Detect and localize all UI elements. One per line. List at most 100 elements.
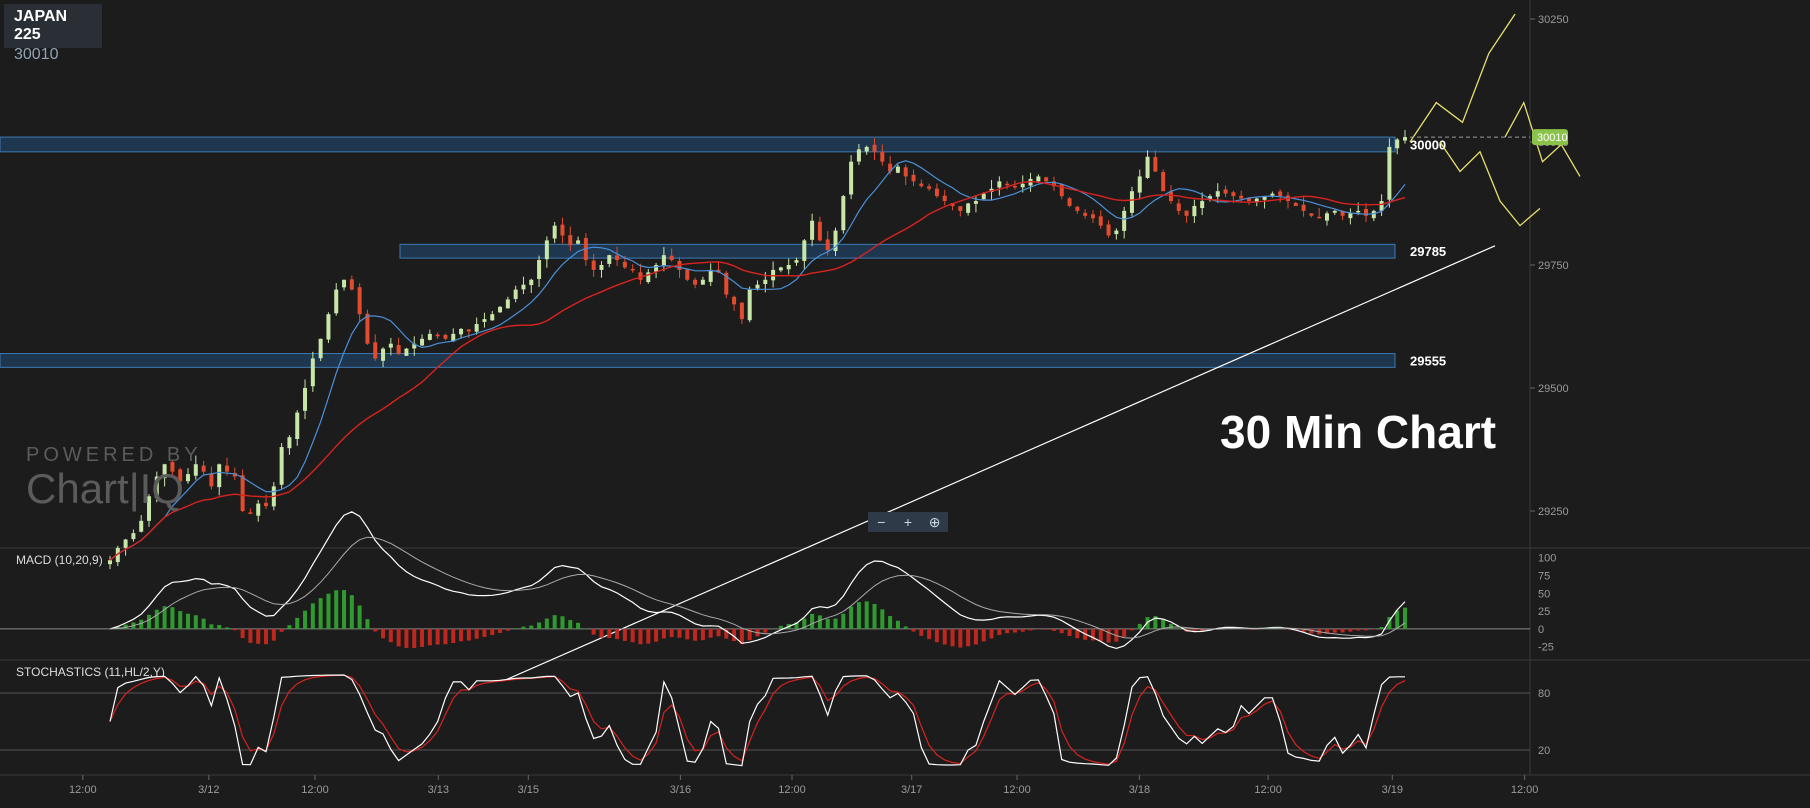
candle-body — [1301, 204, 1306, 211]
macd-hist-bar — [849, 606, 854, 629]
main-chart-svg[interactable]: 2925029500297503000030250300002978529555… — [0, 0, 1810, 803]
candle-body — [786, 265, 791, 270]
stoch-k-line — [109, 674, 1405, 767]
macd-y-tick: -25 — [1538, 642, 1554, 654]
candle-body — [739, 302, 744, 320]
macd-hist-bar — [872, 603, 877, 629]
macd-hist-bar — [193, 615, 198, 629]
candle-body — [1184, 210, 1189, 216]
candle-body — [381, 348, 386, 361]
candle-body — [1270, 193, 1275, 196]
macd-hist-bar — [1098, 628, 1103, 642]
macd-hist-bar — [240, 628, 245, 638]
candle-body — [505, 299, 510, 309]
candle-body — [880, 152, 885, 162]
candle-body — [973, 201, 978, 204]
x-tick-label: 12:00 — [301, 784, 329, 796]
candle-body — [248, 512, 253, 514]
candle-body — [1122, 210, 1127, 231]
candle-body — [693, 279, 698, 285]
candle-body — [466, 329, 471, 332]
macd-hist-bar — [326, 593, 331, 629]
candle-body — [802, 240, 807, 261]
macd-hist-bar — [1067, 628, 1072, 637]
candle-body — [1395, 139, 1400, 149]
candle-body — [373, 342, 378, 359]
macd-hist-bar — [880, 609, 885, 629]
macd-hist-bar — [404, 628, 409, 649]
candle-body — [622, 261, 627, 268]
macd-hist-bar — [763, 628, 768, 633]
chart-area[interactable]: 2925029500297503000030250300002978529555… — [0, 0, 1810, 803]
candle-body — [1106, 224, 1111, 236]
candle-body — [537, 260, 542, 279]
candle-body — [661, 255, 666, 266]
macd-hist-bar — [459, 628, 464, 642]
zone-label: 29785 — [1410, 244, 1446, 259]
macd-hist-bar — [825, 618, 830, 629]
macd-hist-bar — [1379, 627, 1384, 629]
candle-body — [1293, 203, 1298, 206]
macd-hist-bar — [981, 628, 986, 642]
macd-hist-bar — [271, 628, 276, 641]
macd-hist-bar — [919, 628, 924, 636]
macd-hist-bar — [669, 628, 674, 638]
candle-body — [599, 265, 604, 270]
macd-y-tick: 50 — [1538, 588, 1550, 600]
macd-hist-bar — [248, 628, 253, 643]
y-tick-label: 30250 — [1538, 14, 1569, 26]
macd-hist-bar — [622, 628, 627, 641]
macd-hist-bar — [771, 628, 776, 630]
macd-hist-bar — [482, 628, 487, 637]
candle-body — [1067, 198, 1072, 206]
candle-body — [1356, 210, 1361, 213]
macd-hist-bar — [1051, 628, 1056, 631]
candle-body — [1403, 137, 1407, 141]
x-tick-label: 3/12 — [198, 784, 219, 796]
candle-body — [1387, 146, 1392, 200]
zoom-reset-icon[interactable]: ⊕ — [925, 514, 945, 531]
macd-hist-bar — [1044, 628, 1049, 630]
macd-hist-bar — [342, 590, 347, 629]
candle-body — [934, 188, 939, 197]
watermark-line2: Chart|IQ — [26, 465, 184, 512]
macd-hist-bar — [708, 628, 713, 638]
candle-body — [264, 502, 269, 507]
macd-hist-bar — [225, 627, 230, 629]
candle-body — [1332, 210, 1337, 213]
macd-hist-bar — [841, 613, 846, 629]
macd-hist-bar — [357, 605, 362, 629]
macd-hist-bar — [381, 628, 386, 639]
stoch-y-tick: 80 — [1538, 688, 1550, 700]
macd-hist-bar — [833, 618, 838, 629]
macd-hist-bar — [474, 628, 479, 639]
macd-hist-bar — [1122, 628, 1127, 637]
macd-hist-bar — [716, 628, 721, 637]
macd-hist-bar — [1371, 628, 1376, 630]
macd-hist-bar — [1106, 628, 1111, 643]
candle-body — [490, 314, 495, 321]
macd-hist-bar — [537, 622, 542, 629]
macd-hist-bar — [989, 628, 994, 639]
candle-body — [763, 279, 768, 285]
candle-body — [209, 473, 214, 487]
macd-hist-bar — [201, 618, 206, 629]
x-tick-label: 3/19 — [1382, 784, 1403, 796]
zoom-out-button[interactable]: − — [871, 514, 891, 530]
candle-body — [560, 224, 565, 236]
macd-hist-bar — [1012, 628, 1017, 633]
zoom-in-button[interactable]: + — [898, 514, 918, 530]
candle-body — [1114, 230, 1119, 235]
macd-hist-bar — [264, 628, 269, 645]
projection-path-a — [1409, 13, 1516, 143]
macd-hist-bar — [435, 628, 440, 645]
candle-body — [927, 186, 932, 189]
candle-body — [903, 167, 908, 177]
candle-body — [895, 166, 900, 173]
candle-body — [630, 268, 635, 271]
candle-body — [139, 520, 144, 532]
macd-hist-bar — [443, 628, 448, 645]
candle-body — [318, 338, 323, 359]
watermark-line1: POWERED BY — [26, 444, 202, 466]
candle-body — [958, 206, 963, 211]
